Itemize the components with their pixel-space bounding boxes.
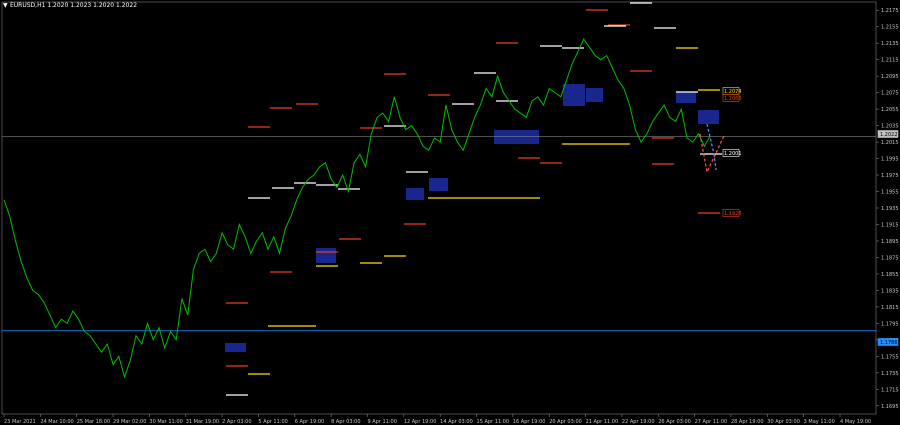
y-tick-label: 1.2115 bbox=[881, 58, 899, 64]
y-tick-label: 1.1835 bbox=[881, 288, 899, 294]
x-tick-label: 29 Mar 02:00 bbox=[113, 419, 146, 425]
x-tick-label: 31 Mar 19:00 bbox=[186, 419, 219, 425]
y-tick-label: 1.1715 bbox=[881, 387, 899, 393]
support-zone bbox=[586, 88, 603, 102]
chart-window[interactable]: 1.2175 1.2155 1.2135 1.2115 1.2095 1.2075 1.20… bbox=[0, 0, 900, 425]
x-tick-label: 30 Mar 11:00 bbox=[149, 419, 182, 425]
symbol-info-label: EURUSD,H1 1.2020 1.2023 1.2020 1.2022 bbox=[10, 2, 138, 9]
x-tick-label: 12 Apr 19:00 bbox=[404, 419, 437, 425]
y-tick-label: 1.2055 bbox=[881, 107, 899, 113]
support-zone bbox=[698, 110, 719, 124]
x-tick-label: 16 Apr 19:00 bbox=[513, 419, 546, 425]
y-tick-label: 1.1795 bbox=[881, 321, 899, 327]
x-tick-label: 27 Apr 11:00 bbox=[695, 419, 728, 425]
x-tick-label: 25 Mar 18:00 bbox=[77, 419, 110, 425]
level-label-text: 1.1786 bbox=[880, 340, 898, 346]
price-series-line bbox=[3, 38, 711, 379]
x-tick-label: 22 Apr 19:00 bbox=[622, 419, 655, 425]
level-label-text: 1.1928 bbox=[724, 211, 742, 217]
support-zone bbox=[563, 84, 585, 106]
y-tick-label: 1.2135 bbox=[881, 41, 899, 47]
x-tick-label: 14 Apr 03:00 bbox=[440, 419, 473, 425]
y-tick-label: 1.1815 bbox=[881, 305, 899, 311]
x-tick-label: 4 May 19:00 bbox=[840, 419, 871, 425]
x-tick-label: 24 Mar 10:00 bbox=[40, 419, 73, 425]
x-tick-label: 20 Apr 03:00 bbox=[549, 419, 582, 425]
x-tick-label: 28 Apr 19:00 bbox=[731, 419, 764, 425]
y-tick-label: 1.2035 bbox=[881, 124, 899, 130]
y-tick-label: 1.1975 bbox=[881, 173, 899, 179]
y-tick-label: 1.2095 bbox=[881, 74, 899, 80]
x-tick-label: 15 Apr 11:00 bbox=[477, 419, 510, 425]
support-zone bbox=[429, 178, 448, 191]
x-tick-label: 23 Mar 2021 bbox=[4, 419, 36, 425]
support-zone bbox=[494, 130, 539, 144]
y-tick-label: 1.1855 bbox=[881, 272, 899, 278]
y-tick-label: 1.1875 bbox=[881, 255, 899, 261]
y-tick-label: 1.1935 bbox=[881, 206, 899, 212]
x-tick-label: 5 Apr 11:00 bbox=[258, 419, 287, 425]
x-tick-label: 3 May 11:00 bbox=[804, 419, 835, 425]
support-zone bbox=[316, 248, 336, 263]
y-tick-label: 1.1735 bbox=[881, 371, 899, 377]
y-tick-label: 1.1755 bbox=[881, 354, 899, 360]
x-tick-label: 30 Apr 03:00 bbox=[767, 419, 800, 425]
y-tick-label: 1.2155 bbox=[881, 25, 899, 31]
y-tick-label: 1.2015 bbox=[881, 140, 899, 146]
x-tick-label: 2 Apr 03:00 bbox=[222, 419, 251, 425]
support-zone bbox=[225, 343, 246, 352]
x-tick-label: 26 Apr 03:00 bbox=[658, 419, 691, 425]
projection-arrow-red bbox=[699, 133, 725, 174]
support-zone bbox=[406, 188, 424, 200]
y-tick-label: 1.2075 bbox=[881, 91, 899, 97]
level-label-text: 1.2066 bbox=[724, 96, 742, 102]
y-tick-label: 1.1895 bbox=[881, 239, 899, 245]
level-label-text: 1.2074 bbox=[724, 89, 742, 95]
support-zone bbox=[676, 92, 696, 103]
y-tick-label: 1.1695 bbox=[881, 404, 899, 410]
projection-arrow-blue bbox=[706, 123, 717, 171]
y-tick-label: 1.2175 bbox=[881, 8, 899, 14]
x-tick-label: 21 Apr 11:00 bbox=[586, 419, 619, 425]
price-chart[interactable]: 1.2175 1.2155 1.2135 1.2115 1.2095 1.2075 1.20… bbox=[0, 0, 900, 425]
y-tick-label: 1.1995 bbox=[881, 157, 899, 163]
level-label-text: 1.2001 bbox=[724, 151, 742, 157]
plot-frame bbox=[1, 1, 877, 415]
y-tick-label: 1.1955 bbox=[881, 190, 899, 196]
x-tick-label: 8 Apr 03:00 bbox=[331, 419, 360, 425]
x-tick-label: 9 Apr 11:00 bbox=[367, 419, 396, 425]
level-label-text: 1.2022 bbox=[880, 132, 898, 138]
triangle-down-icon[interactable]: ▼ bbox=[3, 2, 8, 9]
x-tick-label: 6 Apr 19:00 bbox=[295, 419, 324, 425]
y-tick-label: 1.1915 bbox=[881, 222, 899, 228]
